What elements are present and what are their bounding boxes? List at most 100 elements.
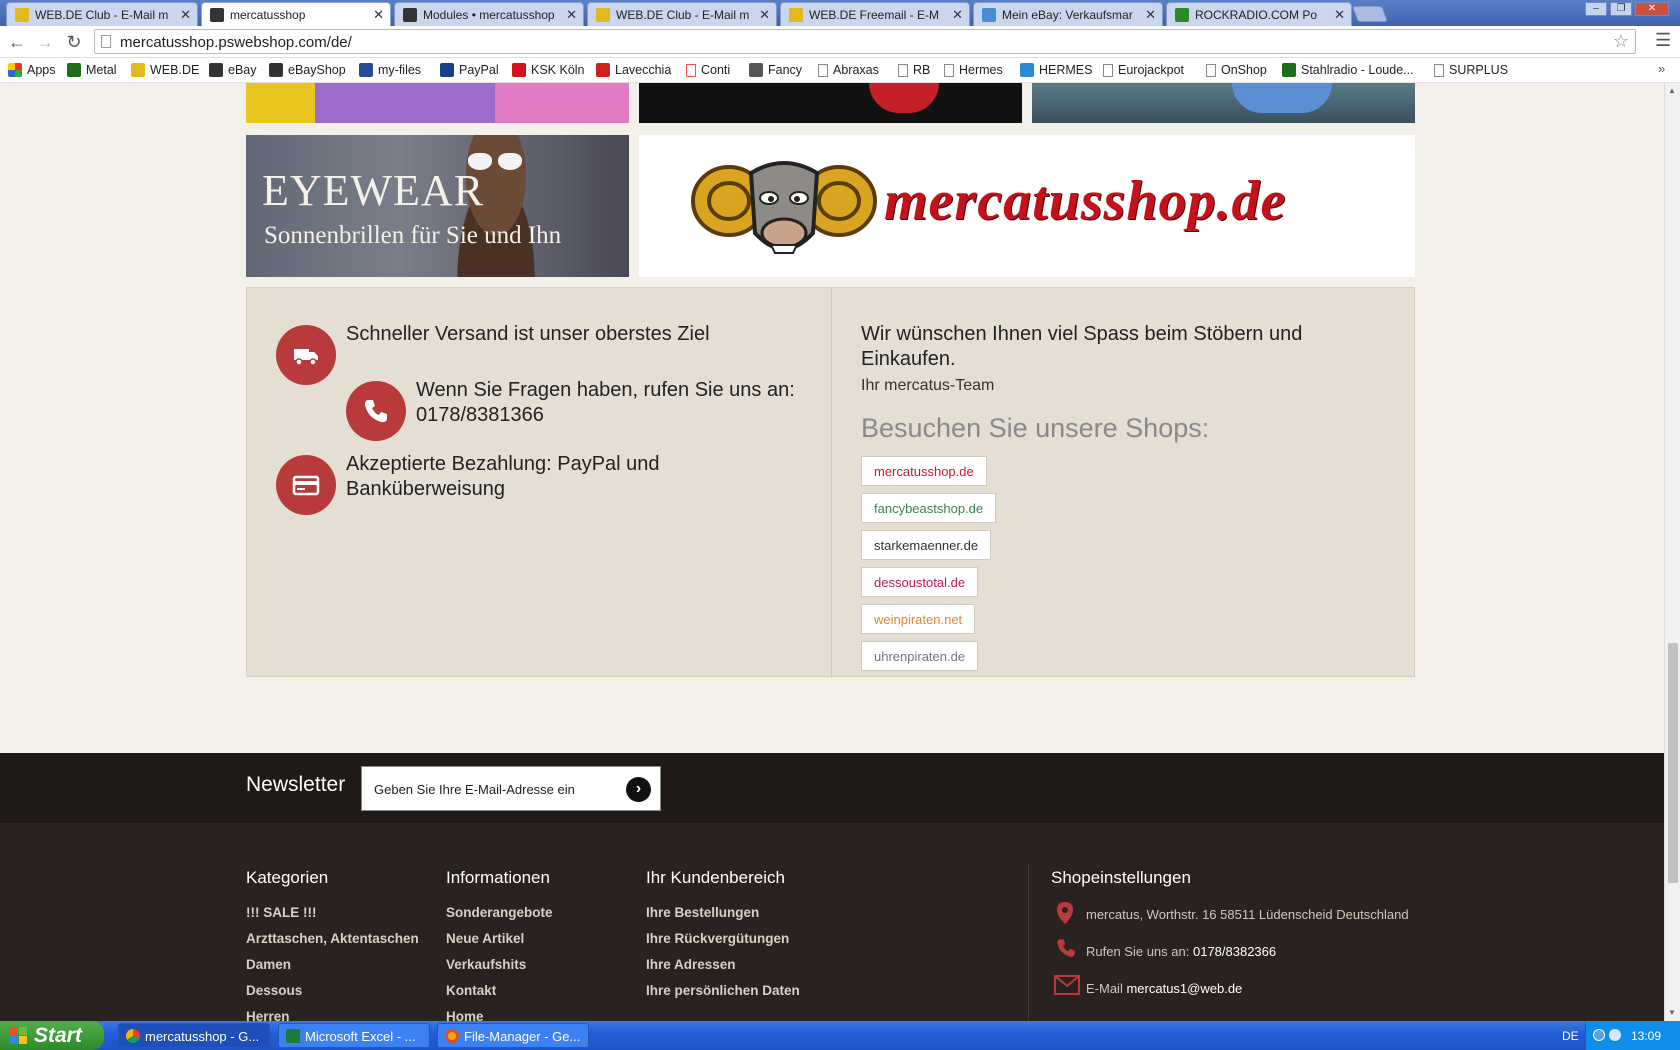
close-tab-icon[interactable]: ✕	[180, 7, 191, 23]
bookmark-ebayshop[interactable]: eBayShop	[269, 63, 346, 77]
bookmark-metal[interactable]: Metal	[67, 63, 117, 77]
footer-phone-number[interactable]: 0178/8382366	[1193, 944, 1276, 959]
eyewear-banner[interactable]: EYEWEAR Sonnenbrillen für Sie und Ihn	[246, 135, 629, 277]
bookmark-rb[interactable]: RB	[898, 63, 930, 77]
footer-link-home[interactable]: Home	[446, 1009, 484, 1021]
bookmark-fancy[interactable]: Fancy	[749, 63, 802, 77]
paypal-favicon-icon	[440, 63, 454, 77]
forward-icon[interactable]: →	[33, 31, 57, 53]
bookmark-my-files[interactable]: my-files	[359, 63, 421, 77]
tab-webde-club-2[interactable]: WEB.DE Club - E-Mail m ✕	[587, 2, 777, 26]
bookmark-eurojackpot[interactable]: Eurojackpot	[1103, 63, 1184, 77]
taskbar-item-excel[interactable]: Microsoft Excel - ...	[278, 1023, 430, 1048]
footer-link-adressen[interactable]: Ihre Adressen	[646, 957, 736, 972]
close-tab-icon[interactable]: ✕	[1334, 7, 1345, 23]
bookmark-webde[interactable]: WEB.DE	[131, 63, 199, 77]
mercatusshop-logo-banner[interactable]: mercatusshop.de	[639, 135, 1415, 277]
hermes-favicon-icon	[1020, 63, 1034, 77]
tab-mein-ebay[interactable]: Mein eBay: Verkaufsmar ✕	[973, 2, 1163, 26]
bookmark-lavecchia[interactable]: Lavecchia	[596, 63, 671, 77]
taskbar-item-chrome[interactable]: mercatusshop - G...	[118, 1023, 270, 1048]
newsletter-email-input[interactable]: Geben Sie Ihre E-Mail-Adresse ein ›	[361, 766, 661, 811]
reload-icon[interactable]: ↻	[62, 31, 86, 53]
language-indicator[interactable]: DE	[1562, 1029, 1579, 1043]
close-tab-icon[interactable]: ✕	[566, 7, 577, 23]
close-tab-icon[interactable]: ✕	[1145, 7, 1156, 23]
close-tab-icon[interactable]: ✕	[759, 7, 770, 23]
bookmark-label: Eurojackpot	[1118, 63, 1185, 77]
taskbar-item-filemanager[interactable]: File-Manager - Ge...	[437, 1023, 589, 1048]
bookmark-hermes[interactable]: Hermes	[944, 63, 1003, 77]
shirts-banner-image[interactable]	[1032, 83, 1415, 123]
bookmark-conti[interactable]: Conti	[686, 63, 730, 77]
page-icon	[1206, 64, 1216, 77]
bookmarks-overflow-button[interactable]: »	[1658, 61, 1665, 76]
shop-link-dessoustotal[interactable]: dessoustotal.de	[861, 567, 979, 597]
shop-link-fancybeastshop[interactable]: fancybeastshop.de	[861, 493, 997, 523]
footer-link-persoenliche-daten[interactable]: Ihre persönlichen Daten	[646, 983, 800, 998]
tab-webde-club-1[interactable]: WEB.DE Club - E-Mail m ✕	[6, 2, 198, 26]
footer-link-dessous[interactable]: Dessous	[246, 983, 302, 998]
system-clock: 13:09	[1631, 1029, 1662, 1043]
system-tray: 13:09	[1585, 1021, 1680, 1050]
shop-info-box: Schneller Versand ist unser oberstes Zie…	[246, 287, 1415, 678]
page-icon	[1434, 64, 1444, 77]
start-button[interactable]: Start	[0, 1021, 104, 1050]
newsletter-submit-arrow-icon[interactable]: ›	[626, 777, 651, 802]
new-tab-button[interactable]	[1352, 6, 1388, 22]
footer-link-rueckverguetungen[interactable]: Ihre Rückvergütungen	[646, 931, 789, 946]
tab-webde-freemail[interactable]: WEB.DE Freemail - E-M ✕	[780, 2, 970, 26]
minimize-icon[interactable]: –	[1585, 2, 1607, 16]
bookmark-hermes-upper[interactable]: HERMES	[1020, 63, 1092, 77]
bookmark-ksk-koeln[interactable]: KSK Köln	[512, 63, 585, 77]
shop-link-starkemaenner[interactable]: starkemaenner.de	[861, 530, 992, 560]
scrollbar-thumb[interactable]	[1668, 643, 1678, 883]
menu-icon[interactable]: ☰	[1655, 30, 1671, 51]
footer-link-sonderangebote[interactable]: Sonderangebote	[446, 905, 553, 920]
address-bar[interactable]: mercatusshop.pswebshop.com/de/ ☆	[94, 29, 1636, 54]
bookmark-apps[interactable]: Apps	[8, 63, 56, 77]
back-icon[interactable]: ←	[5, 31, 29, 53]
bookmark-paypal[interactable]: PayPal	[440, 63, 499, 77]
close-tab-icon[interactable]: ✕	[952, 7, 963, 23]
footer-link-damen[interactable]: Damen	[246, 957, 291, 972]
bookmark-label: Apps	[27, 63, 56, 77]
rockradio-favicon-icon	[1175, 8, 1189, 22]
bookmark-surplus[interactable]: SURPLUS	[1434, 63, 1508, 77]
close-tab-icon[interactable]: ✕	[373, 7, 384, 23]
ram-mascot-icon	[691, 161, 877, 254]
footer-link-sale[interactable]: !!! SALE !!!	[246, 905, 316, 920]
page-viewport: EYEWEAR Sonnenbrillen für Sie und Ihn me…	[0, 83, 1664, 1021]
url-text[interactable]: mercatusshop.pswebshop.com/de/	[120, 34, 352, 51]
shop-link-weinpiraten[interactable]: weinpiraten.net	[861, 604, 976, 634]
tab-rockradio[interactable]: ROCKRADIO.COM Po ✕	[1166, 2, 1352, 26]
bags-banner-image[interactable]	[246, 83, 629, 123]
footer-email-link[interactable]: mercatus1@web.de	[1126, 981, 1242, 996]
footer-link-verkaufshits[interactable]: Verkaufshits	[446, 957, 526, 972]
tab-mercatusshop[interactable]: mercatusshop ✕	[201, 2, 391, 26]
bookmark-abraxas[interactable]: Abraxas	[818, 63, 879, 77]
tab-modules[interactable]: Modules • mercatusshop ✕	[394, 2, 584, 26]
eyewear-subtitle: Sonnenbrillen für Sie und Ihn	[264, 222, 562, 249]
footer-link-bestellungen[interactable]: Ihre Bestellungen	[646, 905, 759, 920]
bookmark-stahlradio[interactable]: Stahlradio - Loude...	[1282, 63, 1414, 77]
scroll-up-icon[interactable]: ▲	[1668, 86, 1676, 95]
volume-icon[interactable]	[1609, 1029, 1621, 1041]
footer-link-herren[interactable]: Herren	[246, 1009, 290, 1021]
footer-link-arzttaschen[interactable]: Arzttaschen, Aktentaschen	[246, 931, 419, 946]
close-window-icon[interactable]: ✕	[1635, 2, 1669, 16]
webde-favicon-icon	[15, 8, 29, 22]
fashion-banner-image[interactable]	[639, 83, 1022, 123]
footer-link-neue-artikel[interactable]: Neue Artikel	[446, 931, 524, 946]
bookmark-ebay[interactable]: eBay	[209, 63, 257, 77]
bookmark-onshop[interactable]: OnShop	[1206, 63, 1267, 77]
restore-icon[interactable]: ❐	[1610, 2, 1632, 16]
footer-link-kontakt[interactable]: Kontakt	[446, 983, 496, 998]
scroll-down-icon[interactable]: ▼	[1668, 1008, 1676, 1017]
network-icon[interactable]	[1593, 1029, 1605, 1041]
footer-address: mercatus, Worthstr. 16 58511 Lüdenscheid…	[1086, 907, 1409, 922]
shop-link-mercatusshop[interactable]: mercatusshop.de	[861, 456, 987, 486]
bookmark-star-icon[interactable]: ☆	[1613, 31, 1629, 52]
page-scrollbar[interactable]: ▲ ▼	[1664, 83, 1680, 1021]
shop-link-uhrenpiraten[interactable]: uhrenpiraten.de	[861, 641, 979, 671]
